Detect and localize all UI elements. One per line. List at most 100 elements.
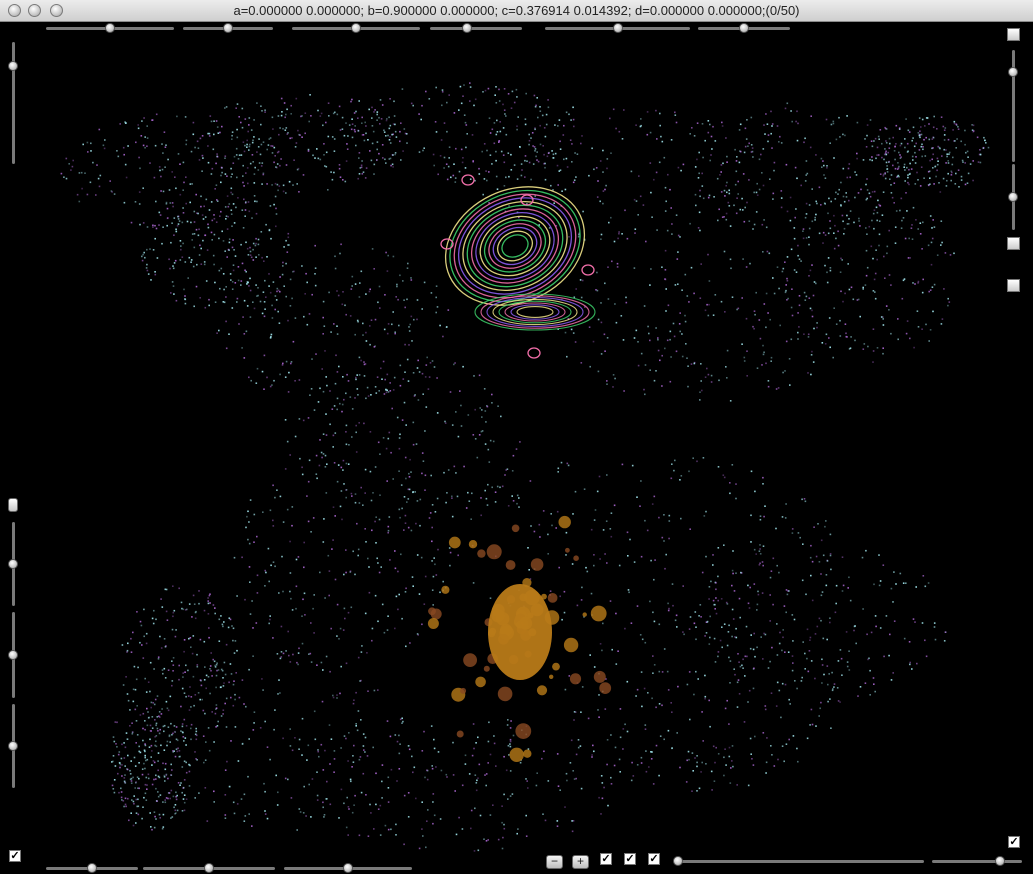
param-slider-top-4[interactable] [430,23,522,33]
param-slider-bottom-3[interactable] [284,863,412,873]
param-slider-right-2[interactable] [1007,164,1019,230]
speckle [144,783,147,786]
speckle [166,224,168,227]
param-slider-right-1[interactable] [1007,50,1019,162]
param-slider-bottom-1[interactable] [46,863,138,873]
speckle [835,602,837,605]
speckle [241,347,243,349]
toggle-button-top[interactable] [1007,28,1020,41]
speckle [667,602,669,605]
param-slider-left-3[interactable] [7,612,19,698]
speckle [65,157,68,160]
slider-knob[interactable] [8,559,18,569]
checkbox-bottom-right[interactable]: ✓ [1008,836,1020,848]
speckle [615,127,617,130]
speckle [571,143,573,145]
slider-knob[interactable] [994,856,1005,866]
speckle [807,670,810,673]
speckle [507,152,510,154]
speckle [581,279,584,282]
slider-knob[interactable] [8,650,18,660]
speckle [146,724,149,727]
speckle [409,642,411,644]
speckle [415,797,417,800]
slider-knob[interactable] [8,61,18,72]
param-slider-bottom-5[interactable] [932,856,1022,866]
speckle [427,388,430,390]
slider-knob[interactable] [8,741,18,751]
speckle [493,735,495,737]
slider-knob[interactable] [1008,67,1018,78]
speckle [291,137,293,139]
speckle [689,222,691,225]
speckle [416,318,418,321]
slider-knob[interactable] [343,863,353,873]
speckle [195,228,198,231]
checkbox-option-1[interactable]: ✓ [600,853,612,865]
speckle [152,760,155,762]
slider-knob[interactable] [1008,192,1018,202]
speckle [195,758,197,760]
param-slider-top-5[interactable] [545,23,690,33]
checkbox-option-2[interactable]: ✓ [624,853,636,865]
speckle [862,159,865,161]
speckle [524,155,527,157]
checkbox-option-3[interactable]: ✓ [648,853,660,865]
speckle [742,258,744,260]
param-slider-top-2[interactable] [183,23,273,33]
param-slider-bottom-4[interactable] [673,856,924,866]
speckle [360,486,362,489]
param-slider-top-1[interactable] [46,23,174,33]
speckle [658,670,661,673]
speckle [276,183,279,186]
zoom-in-button[interactable]: + [572,855,589,869]
speckle [749,737,752,740]
speckle [170,817,172,819]
param-slider-top-3[interactable] [292,23,420,33]
speckle [426,820,428,822]
speckle [317,401,320,403]
speckle [955,147,957,149]
slider-knob[interactable] [739,23,749,33]
param-slider-left-2[interactable] [7,522,19,606]
speckle [697,177,700,179]
fractal-canvas[interactable] [0,22,1033,874]
toggle-button-lower[interactable] [1007,279,1020,292]
param-slider-left-1[interactable] [7,42,19,164]
speckle [317,749,319,751]
speckle [531,132,534,134]
speckle [485,170,487,172]
speckle [164,146,167,148]
speckle [712,314,715,316]
speckle [787,651,790,653]
speckle [382,157,384,159]
speckle [267,547,270,550]
speckle [316,477,318,480]
slider-knob[interactable] [87,863,97,873]
slider-knob[interactable] [105,23,115,33]
slider-knob[interactable] [223,23,233,33]
speckle [224,769,227,771]
speckle [658,516,660,519]
speckle [596,271,598,274]
param-slider-top-6[interactable] [698,23,790,33]
speckle [286,508,289,511]
speckle [142,187,144,189]
slider-knob[interactable] [351,23,361,33]
speckle [284,129,287,131]
slider-knob[interactable] [612,23,623,33]
speckle [714,761,716,764]
slider-knob[interactable] [461,23,472,33]
speckle [339,627,342,630]
param-slider-left-4[interactable] [7,704,19,788]
checkbox-bottom-left[interactable]: ✓ [9,850,21,862]
speckle [203,761,205,764]
param-slider-bottom-2[interactable] [143,863,275,873]
reset-button[interactable] [8,498,18,512]
speckle [146,758,149,761]
speckle [338,105,341,108]
toggle-button-middle[interactable] [1007,237,1020,250]
slider-knob[interactable] [673,856,683,866]
zoom-out-button[interactable]: − [546,855,563,869]
slider-knob[interactable] [204,863,214,873]
